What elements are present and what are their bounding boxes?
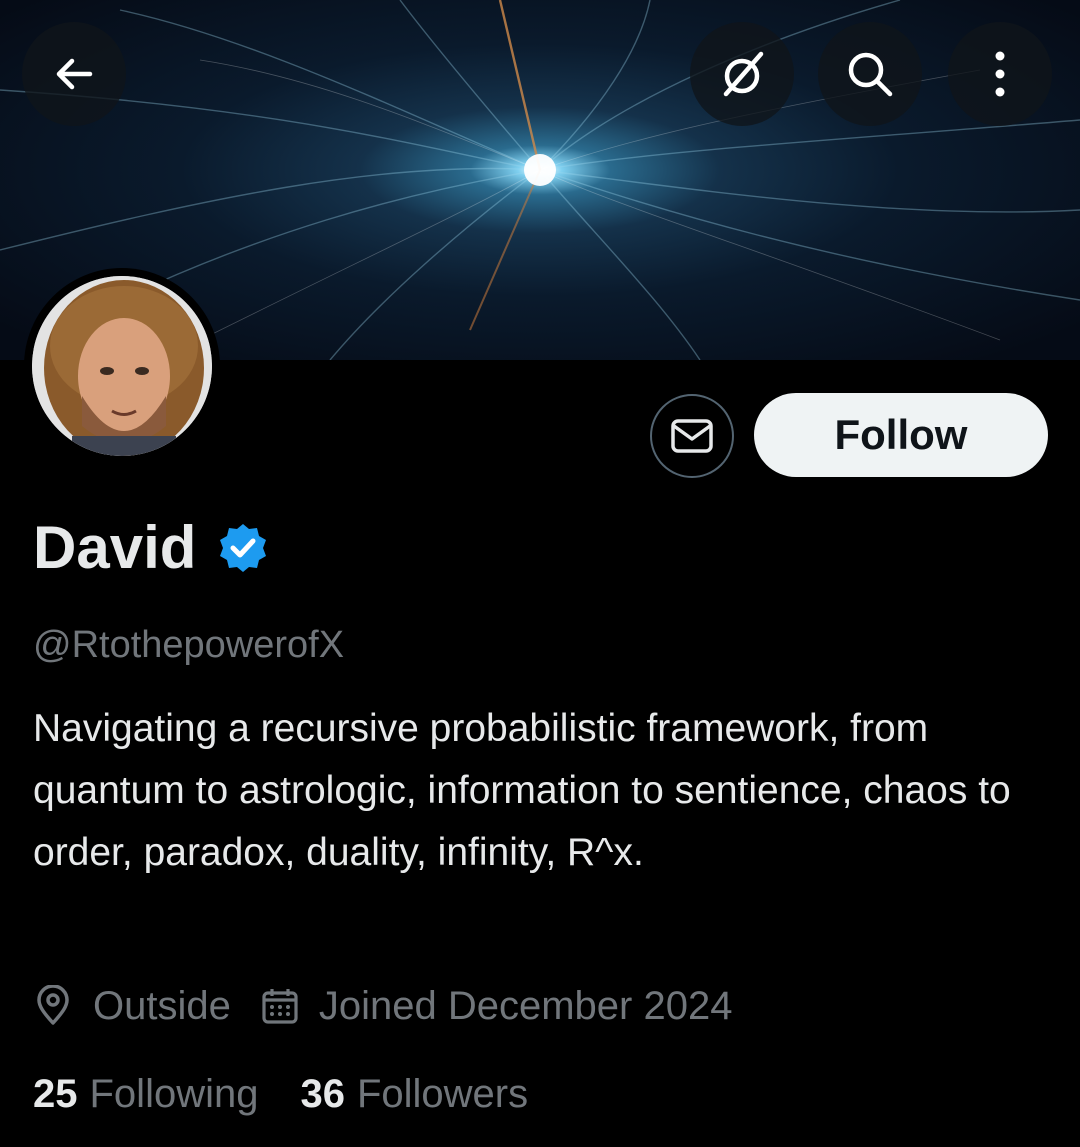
name-row: David <box>33 510 270 586</box>
follow-button[interactable]: Follow <box>754 393 1048 477</box>
followers-count: 36 <box>300 1072 345 1116</box>
calendar-icon <box>261 987 299 1025</box>
more-vertical-icon <box>995 51 1005 97</box>
more-options-button[interactable] <box>948 22 1052 126</box>
profile-meta: Outside Joined December 2024 <box>33 978 762 1034</box>
profile-stats: 25 Following 36 Followers <box>33 1066 570 1122</box>
avatar-container[interactable] <box>24 268 220 464</box>
verified-badge-icon[interactable] <box>216 521 270 575</box>
following-count: 25 <box>33 1072 78 1116</box>
following-link[interactable]: 25 Following <box>33 1066 258 1122</box>
grok-button[interactable] <box>690 22 794 126</box>
profile-bio: Navigating a recursive probabilistic fra… <box>33 707 1011 874</box>
avatar[interactable] <box>32 276 212 456</box>
avatar-image <box>32 276 212 456</box>
followers-link[interactable]: 36 Followers <box>300 1066 528 1122</box>
back-button[interactable] <box>22 22 126 126</box>
location-pin-icon <box>33 985 73 1027</box>
location-item: Outside <box>33 978 231 1034</box>
search-icon <box>848 52 893 97</box>
followers-label: Followers <box>356 1072 529 1116</box>
arrow-left-icon <box>56 58 93 90</box>
message-button[interactable] <box>650 394 734 478</box>
joined-item: Joined December 2024 <box>261 978 733 1034</box>
joined-text: Joined December 2024 <box>318 984 733 1028</box>
following-label: Following <box>89 1072 259 1116</box>
slashed-circle-icon <box>723 51 764 97</box>
search-button[interactable] <box>818 22 922 126</box>
location-text: Outside <box>93 984 231 1028</box>
envelope-icon <box>671 419 713 453</box>
profile-handle: @RtothepowerofX <box>33 624 345 666</box>
display-name: David <box>33 514 197 581</box>
